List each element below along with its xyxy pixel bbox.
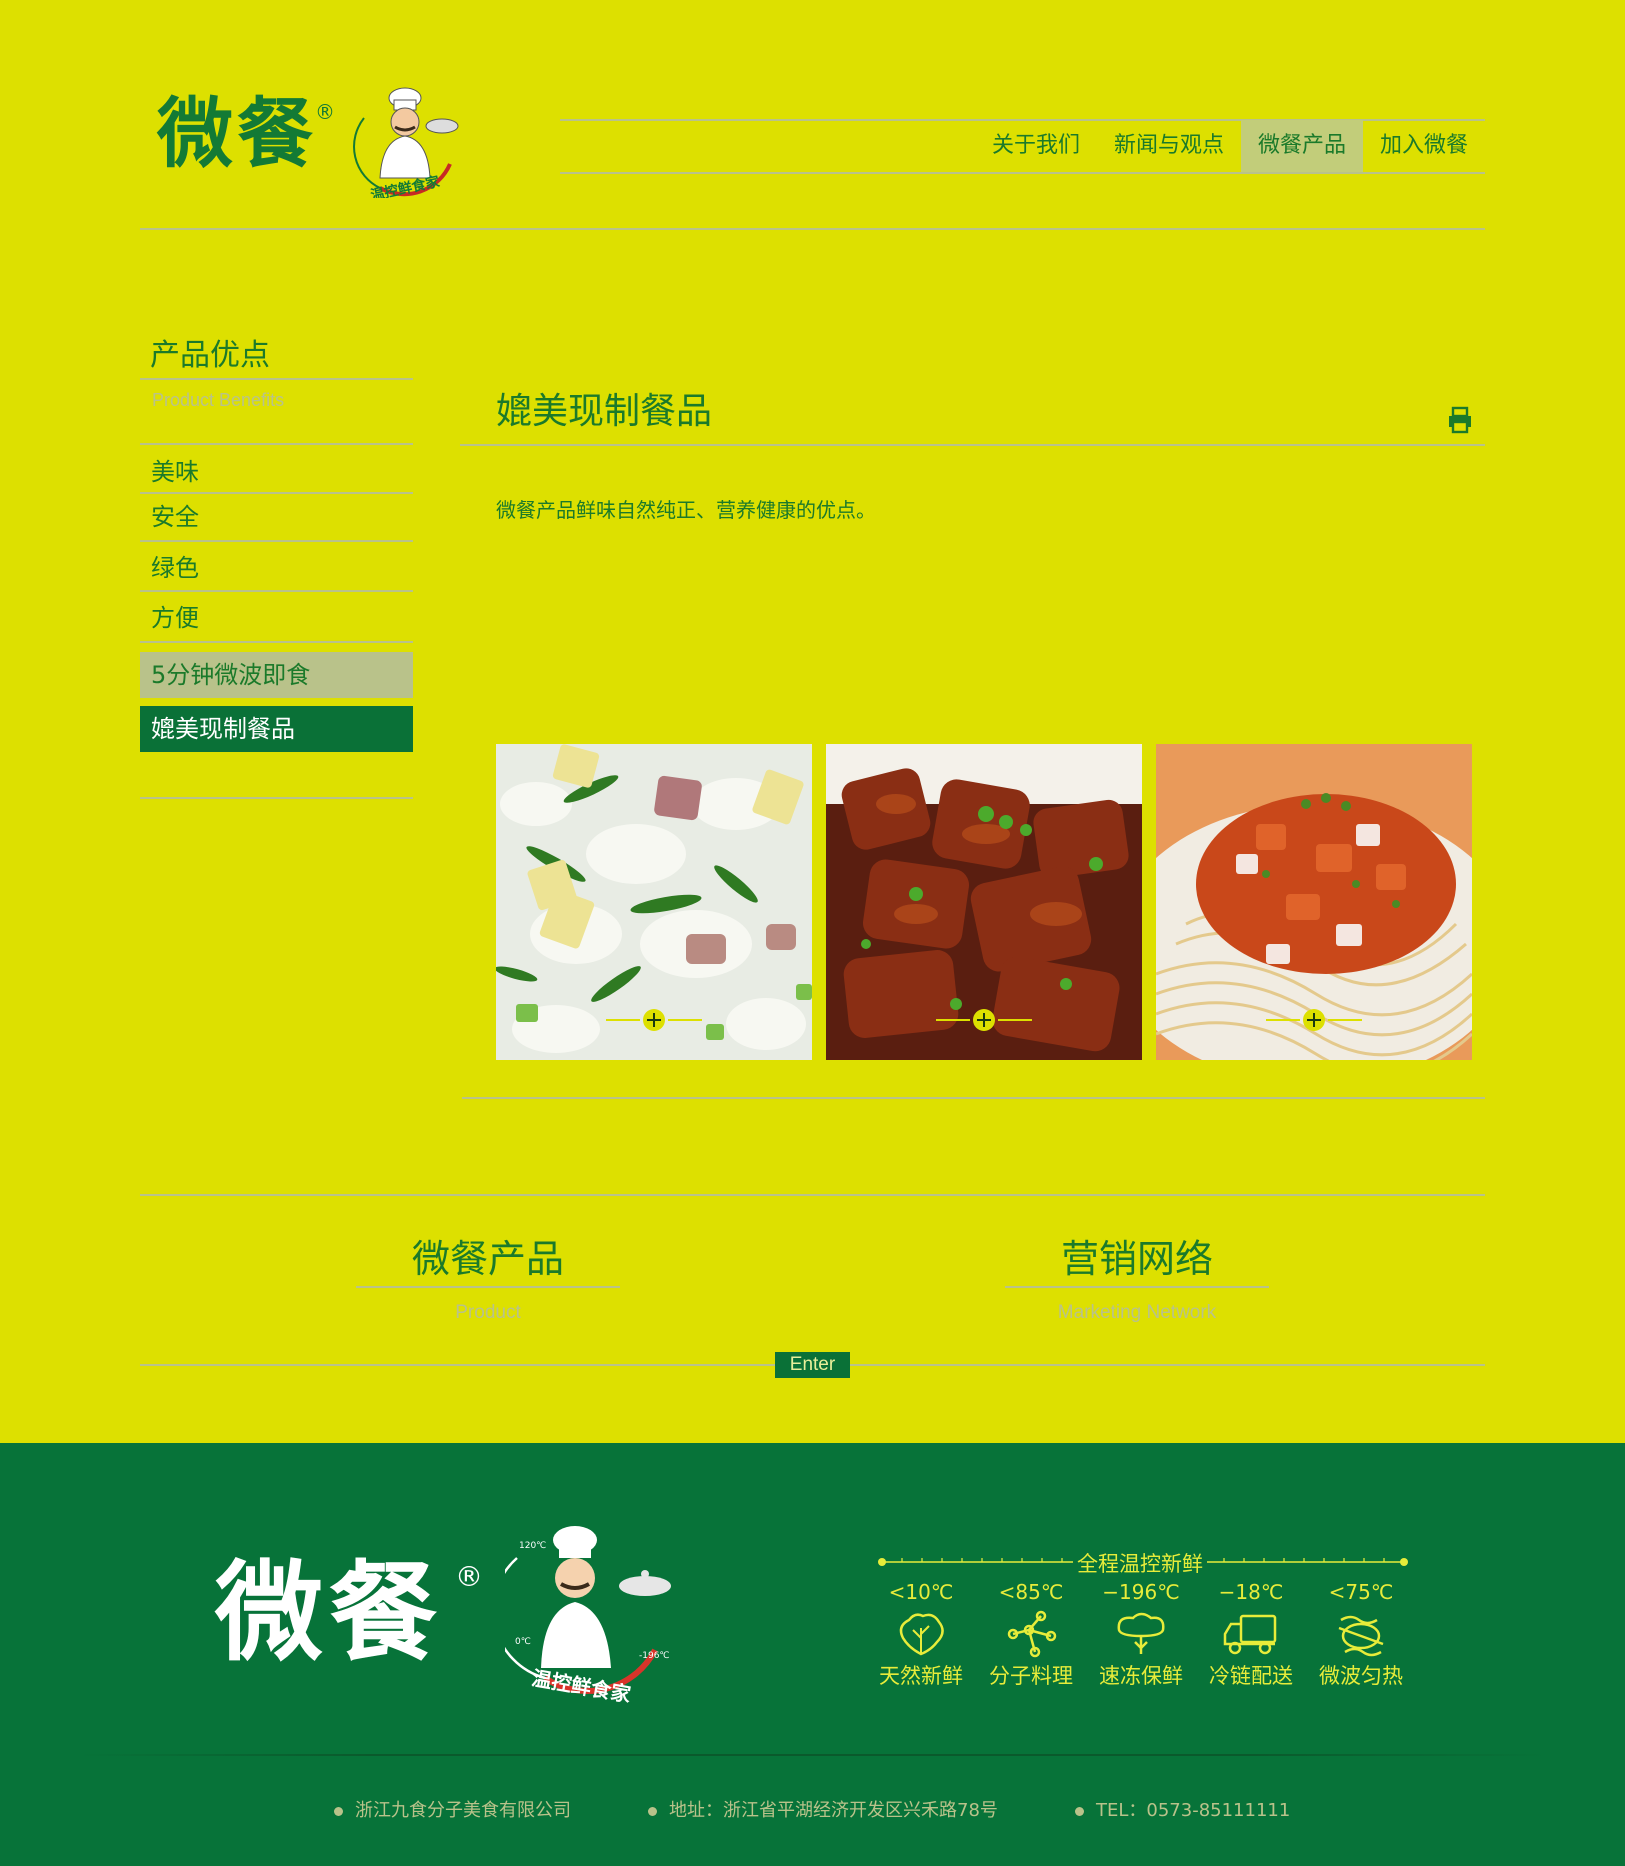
page-title: 媲美现制餐品 [496, 391, 713, 432]
temp-item-natural: <10℃ 天然新鲜 [866, 1580, 976, 1690]
bullet-icon [648, 1806, 657, 1816]
footer-company: 浙江九食分子美食有限公司 [334, 1796, 571, 1822]
sidebar-subtitle: Product Benefits [152, 390, 285, 410]
sidebar-divider [140, 590, 413, 592]
sidebar-item-safety[interactable]: 安全 [140, 497, 413, 537]
temp-item-frozen: −196℃ 速冻保鲜 [1086, 1580, 1196, 1690]
fried-rice-photo[interactable] [496, 744, 812, 1060]
temp-value: −196℃ [1102, 1580, 1180, 1604]
temp-label: 分子料理 [989, 1664, 1073, 1688]
nav-products[interactable]: 微餐产品 [1240, 120, 1363, 172]
bullet-icon [1075, 1806, 1084, 1816]
sidebar-item-fresh-made[interactable]: 媲美现制餐品 [140, 706, 413, 752]
sidebar-divider [140, 540, 413, 542]
logo-wordmark[interactable]: 微餐 [157, 96, 317, 172]
molecule-icon [1007, 1610, 1057, 1658]
sidebar-divider [140, 378, 413, 380]
lower-top-rule [140, 1194, 1485, 1196]
zoom-plus-icon[interactable] [604, 1008, 704, 1032]
sidebar-item-microwave[interactable]: 5分钟微波即食 [140, 652, 413, 698]
sidebar-item-taste[interactable]: 美味 [140, 452, 413, 492]
network-link-rule [1005, 1286, 1269, 1288]
vegetable-icon [899, 1613, 944, 1656]
content-divider [462, 1097, 1485, 1099]
enter-button[interactable]: Enter [775, 1352, 850, 1378]
footer-chef-tagline: 温控鲜食家 [530, 1666, 634, 1707]
sidebar-divider [140, 797, 413, 799]
network-link-subtitle: Marketing Network [1057, 1302, 1217, 1323]
sidebar-divider [140, 641, 413, 643]
braised-pork-photo[interactable] [826, 744, 1142, 1060]
footer-chef-mascot-icon: 120℃ 0℃ -196℃ 温控鲜食家 [505, 1526, 671, 1707]
sidebar-item-convenience[interactable]: 方便 [140, 598, 413, 638]
sidebar-divider [140, 492, 413, 494]
footer-tel: TEL：0573-85111111 [1075, 1796, 1290, 1822]
temp-label: 微波匀热 [1319, 1664, 1403, 1688]
footer-address: 地址：浙江省平湖经济开发区兴禾路78号 [648, 1796, 998, 1822]
temp-label: 冷链配送 [1209, 1664, 1293, 1688]
nav-news[interactable]: 新闻与观点 [1097, 120, 1241, 172]
nav-about[interactable]: 关于我们 [975, 120, 1097, 172]
registered-mark: ® [315, 100, 335, 124]
header-divider [140, 228, 1485, 230]
products-link-rule [356, 1286, 620, 1288]
product-description: 微餐产品鲜味自然纯正、营养健康的优点。 [496, 498, 876, 522]
title-divider [460, 444, 1485, 446]
products-link-subtitle: Product [455, 1302, 521, 1323]
nav-bottom-rule [560, 172, 1485, 174]
temp-right-label: -196℃ [639, 1651, 670, 1661]
products-link-title[interactable]: 微餐产品 [356, 1228, 620, 1283]
temp-item-coldchain: −18℃ 冷链配送 [1196, 1580, 1306, 1690]
sidebar-item-green[interactable]: 绿色 [140, 548, 413, 588]
temp-left-label: 0℃ [515, 1637, 531, 1647]
temp-value: <75℃ [1328, 1580, 1394, 1604]
microwave-icon [1338, 1615, 1384, 1657]
zoom-plus-icon[interactable] [1264, 1008, 1364, 1032]
chef-mascot-icon: 温控鲜食家 [353, 87, 459, 198]
temp-label: 速冻保鲜 [1099, 1664, 1183, 1688]
zoom-plus-icon[interactable] [934, 1008, 1034, 1032]
frozen-icon [1117, 1612, 1165, 1654]
temp-value: <85℃ [998, 1580, 1064, 1604]
temp-value: <10℃ [888, 1580, 954, 1604]
bullet-icon [334, 1806, 343, 1816]
temp-item-microwave: <75℃ 微波匀热 [1306, 1580, 1416, 1690]
footer-logo-wordmark: 微餐 [215, 1551, 444, 1676]
network-link-title[interactable]: 营销网络 [1005, 1228, 1269, 1283]
temp-label: 天然新鲜 [879, 1664, 963, 1688]
footer-registered-mark: ® [455, 1560, 483, 1593]
noodles-photo[interactable] [1156, 744, 1472, 1060]
sidebar-divider [140, 443, 413, 445]
print-icon[interactable] [1447, 406, 1473, 434]
footer-divider [80, 1754, 1545, 1756]
temp-top-label: 120℃ [519, 1541, 546, 1551]
truck-icon [1223, 1614, 1277, 1655]
main-nav: 关于我们 新闻与观点 微餐产品 加入微餐 [935, 120, 1485, 172]
company-tel: TEL：0573-85111111 [1096, 1800, 1291, 1821]
temp-control-title: 全程温控新鲜 [1073, 1548, 1207, 1578]
company-name: 浙江九食分子美食有限公司 [355, 1800, 571, 1821]
sidebar-title: 产品优点 [150, 338, 270, 373]
temp-value: −18℃ [1218, 1580, 1284, 1604]
company-address: 地址：浙江省平湖经济开发区兴禾路78号 [669, 1800, 998, 1821]
nav-join[interactable]: 加入微餐 [1363, 120, 1485, 172]
temp-item-molecular: <85℃ 分子料理 [976, 1580, 1086, 1690]
